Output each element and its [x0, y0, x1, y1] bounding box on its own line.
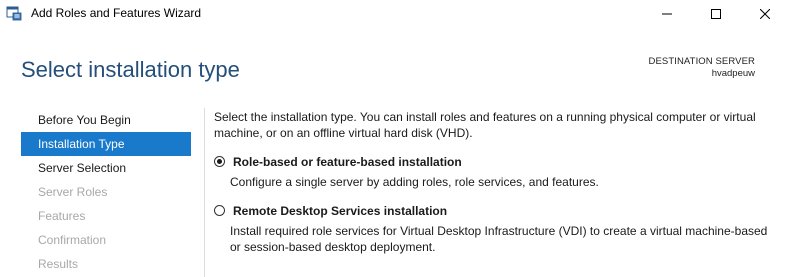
minimize-button[interactable]	[644, 0, 690, 28]
sidebar-divider	[204, 108, 205, 277]
destination-server-label: DESTINATION SERVER	[648, 56, 755, 67]
nav-item-before-you-begin[interactable]: Before You Begin	[21, 108, 191, 132]
close-icon	[760, 9, 770, 19]
radio-button-remote-desktop[interactable]	[214, 205, 225, 216]
nav-item-features: Features	[38, 209, 86, 223]
maximize-icon	[711, 9, 721, 19]
nav-item-server-roles: Server Roles	[38, 185, 108, 199]
nav-item-confirmation: Confirmation	[38, 233, 107, 247]
maximize-button[interactable]	[693, 0, 739, 28]
option-description: Install required role services for Virtu…	[230, 224, 768, 254]
nav-item-server-selection[interactable]: Server Selection	[21, 156, 191, 180]
window-title: Add Roles and Features Wizard	[31, 6, 202, 20]
option-title[interactable]: Remote Desktop Services installation	[233, 204, 447, 218]
wizard-step-nav: Before You Begin Installation Type Serve…	[21, 108, 191, 276]
wizard-header: Select installation type DESTINATION SER…	[0, 28, 788, 98]
radio-button-role-based[interactable]	[214, 156, 225, 167]
option-description: Configure a single server by adding role…	[230, 175, 599, 189]
instructions-text: Select the installation type. You can in…	[214, 110, 756, 140]
option-title[interactable]: Role-based or feature-based installation	[233, 155, 462, 169]
close-button[interactable]	[742, 0, 788, 28]
destination-server-name: hvadpeuw	[711, 68, 755, 79]
main-content: Select the installation type. You can in…	[214, 109, 774, 254]
title-bar: Add Roles and Features Wizard	[0, 0, 788, 29]
page-title: Select installation type	[21, 57, 240, 82]
nav-item-results: Results	[38, 257, 79, 271]
server-manager-icon	[6, 5, 22, 21]
minimize-icon	[662, 13, 672, 15]
nav-item-installation-type[interactable]: Installation Type	[21, 132, 191, 156]
